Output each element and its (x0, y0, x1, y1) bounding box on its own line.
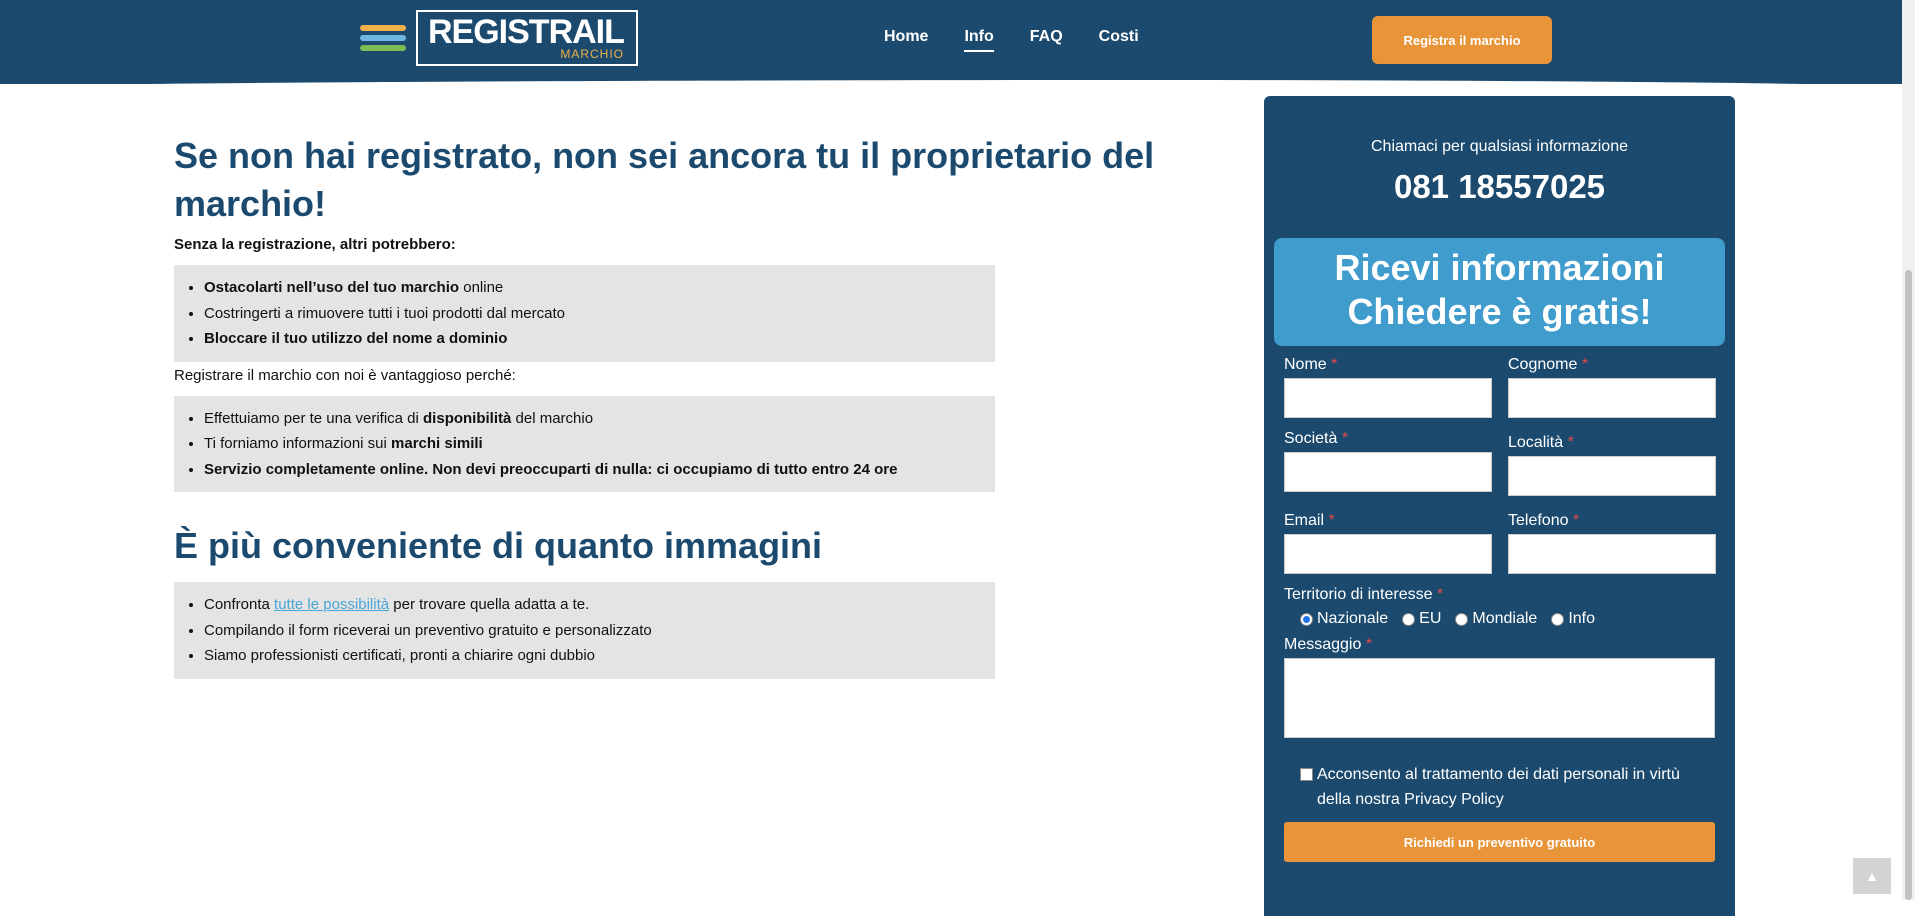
messaggio-textarea[interactable] (1284, 658, 1715, 738)
messaggio-label: Messaggio * (1284, 636, 1373, 653)
localita-field[interactable] (1508, 456, 1716, 496)
scroll-to-top-button[interactable]: ▲ (1853, 858, 1891, 894)
list-item: Siamo professionisti certificati, pronti… (204, 643, 995, 669)
register-trademark-button[interactable]: Registra il marchio (1372, 16, 1552, 64)
list-item: Bloccare il tuo utilizzo del nome a domi… (204, 326, 995, 352)
territorio-label: Territorio di interesse * (1284, 586, 1444, 603)
consent-label: Acconsento al trattamento dei dati perso… (1317, 766, 1680, 808)
list-item: Effettuiamo per te una verifica di dispo… (204, 406, 995, 432)
list-item: Servizio completamente online. Non devi … (204, 457, 995, 483)
cognome-field[interactable] (1508, 378, 1716, 418)
list-item-text: online (459, 279, 504, 296)
email-field[interactable] (1284, 534, 1492, 574)
societa-label: Società * (1284, 430, 1349, 447)
logo-stripes-icon (360, 25, 406, 51)
cognome-label: Cognome * (1508, 356, 1589, 373)
telefono-label: Telefono * (1508, 512, 1580, 529)
list-item: Costringerti a rimuovere tutti i tuoi pr… (204, 301, 995, 327)
radio-icon[interactable] (1551, 612, 1565, 626)
list-item-bold: Servizio completamente online. Non devi … (204, 460, 898, 478)
list-item-text: Ti forniamo informazioni sui (204, 435, 392, 452)
main-nav: Home Info FAQ Costi (884, 28, 1139, 52)
radio-icon[interactable] (1402, 612, 1416, 626)
radio-info[interactable]: Info (1551, 610, 1595, 628)
logo-text: REGISTRAIL (428, 13, 625, 51)
consent-checkbox[interactable] (1300, 768, 1313, 781)
societa-field[interactable] (1284, 452, 1492, 492)
privacy-consent[interactable]: Acconsento al trattamento dei dati perso… (1300, 762, 1715, 812)
contact-sidebar: Chiamaci per qualsiasi informazione 081 … (1264, 96, 1735, 916)
list-item-bold: disponibilità (423, 409, 512, 427)
call-text: Chiamaci per qualsiasi informazione (1370, 138, 1628, 155)
list-item-text: del marchio (511, 409, 594, 427)
list-item-bold: marchi simili (391, 435, 483, 452)
list-item: Confronta tutte le possibilità per trova… (204, 592, 995, 618)
main-content: Se non hai registrato, non sei ancora tu… (174, 132, 1204, 679)
page-title: Se non hai registrato, non sei ancora tu… (174, 135, 1155, 224)
advantages-list: Effettuiamo per te una verifica di dispo… (174, 395, 995, 492)
nav-info[interactable]: Info (964, 28, 994, 52)
nav-home[interactable]: Home (884, 28, 928, 52)
list-item: Ostacolarti nell’uso del tuo marchio onl… (204, 275, 995, 301)
phone-number[interactable]: 081 18557025 (1264, 168, 1735, 206)
localita-label: Località * (1508, 434, 1574, 451)
info-line-1: Ricevi informazioni (1334, 247, 1665, 288)
list-item: Compilando il form riceverai un preventi… (204, 618, 995, 644)
radio-eu[interactable]: EU (1402, 610, 1441, 628)
list-item-text: per trovare quella adatta a te. (389, 596, 590, 613)
list-item-bold: Bloccare il tuo utilizzo del nome a domi… (204, 330, 508, 347)
scrollbar-thumb[interactable] (1905, 270, 1912, 900)
telefono-field[interactable] (1508, 534, 1716, 574)
list-item-text: Costringerti a rimuovere tutti i tuoi pr… (204, 304, 565, 322)
radio-mondiale[interactable]: Mondiale (1455, 610, 1537, 628)
list-item: Ti forniamo informazioni sui marchi simi… (204, 431, 995, 457)
list-item-text: Confronta (204, 596, 275, 613)
list-item-bold: Ostacolarti nell’uso del tuo marchio (204, 279, 460, 296)
lead-text: Senza la registrazione, altri potrebbero… (174, 236, 456, 253)
all-options-link[interactable]: tutte le possibilità (274, 596, 389, 613)
convenience-list: Confronta tutte le possibilità per trova… (174, 582, 995, 679)
email-label: Email * (1284, 512, 1335, 529)
radio-nazionale[interactable]: Nazionale (1300, 610, 1388, 628)
nav-faq[interactable]: FAQ (1030, 28, 1063, 52)
info-banner: Ricevi informazioni Chiedere è gratis! (1274, 238, 1725, 346)
site-header: REGISTRAIL MARCHIO Home Info FAQ Costi R… (0, 0, 1902, 84)
nav-costi[interactable]: Costi (1099, 28, 1139, 52)
list-item-text: Effettuiamo per te una verifica di (204, 409, 424, 427)
request-quote-button[interactable]: Richiedi un preventivo gratuito (1284, 822, 1715, 862)
advantages-intro: Registrare il marchio con noi è vantaggi… (174, 366, 516, 384)
arrow-up-icon: ▲ (1865, 868, 1879, 884)
logo[interactable]: REGISTRAIL MARCHIO (360, 10, 638, 66)
section-title: È più conveniente di quanto immagini (174, 525, 823, 566)
nome-label: Nome * (1284, 356, 1338, 373)
logo-subtext: MARCHIO (560, 47, 624, 61)
info-line-2: Chiedere è gratis! (1347, 291, 1652, 332)
territorio-radio-group: Nazionale EU Mondiale Info (1300, 610, 1715, 628)
nome-field[interactable] (1284, 378, 1492, 418)
risks-list: Ostacolarti nell’uso del tuo marchio onl… (174, 265, 995, 362)
scrollbar[interactable] (1902, 0, 1915, 900)
logo-wordmark: REGISTRAIL MARCHIO (416, 10, 638, 66)
radio-selected-icon[interactable] (1300, 612, 1313, 626)
radio-icon[interactable] (1455, 612, 1469, 626)
contact-form: Nome * Cognome * Società * Località * Em… (1284, 356, 1716, 862)
